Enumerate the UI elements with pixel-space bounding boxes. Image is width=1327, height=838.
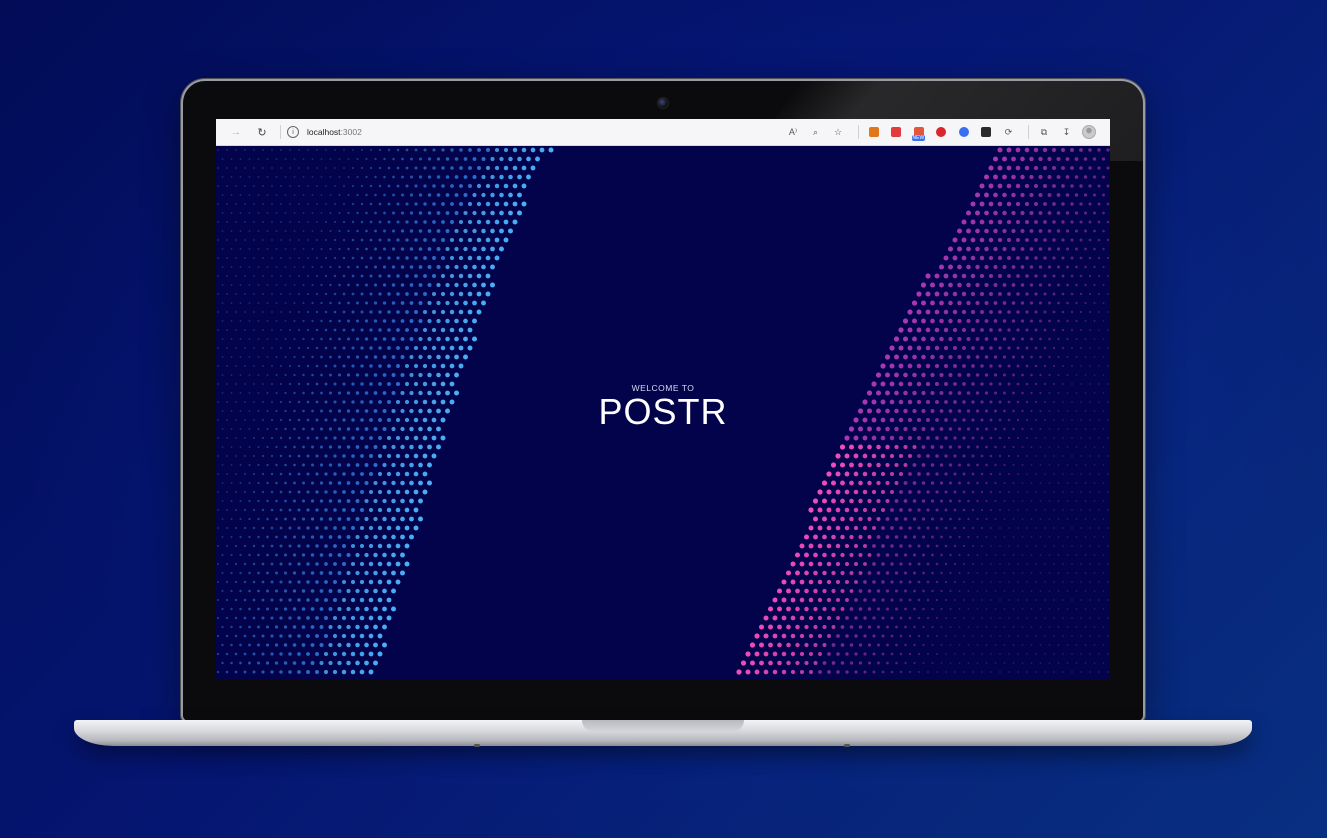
toolbar-divider xyxy=(857,125,859,139)
read-aloud-icon[interactable]: A⁾ xyxy=(784,123,802,141)
dark-shield-icon[interactable] xyxy=(977,123,995,141)
puzzle-extensions-icon[interactable]: ⟳ xyxy=(1000,123,1018,141)
laptop-lid: → ↻ i localhost:3002 A⁾ ⌕ ☆ NEW ⟳ ⧉ ↧ WE… xyxy=(183,81,1143,721)
laptop-base xyxy=(74,720,1252,747)
laptop-foot xyxy=(474,744,480,747)
toolbar-divider xyxy=(280,125,281,139)
address-bar[interactable]: localhost:3002 xyxy=(307,127,362,137)
blue-globe-icon[interactable] xyxy=(955,123,973,141)
reload-icon[interactable]: ↻ xyxy=(252,122,272,142)
hero-section: WELCOME TO POSTR xyxy=(216,146,1110,679)
web-page: WELCOME TO POSTR xyxy=(216,146,1110,679)
browser-toolbar: → ↻ i localhost:3002 A⁾ ⌕ ☆ NEW ⟳ ⧉ ↧ xyxy=(216,119,1110,146)
hero-title: POSTR xyxy=(598,390,728,432)
download-icon[interactable]: ↧ xyxy=(1058,123,1076,141)
url-port: :3002 xyxy=(340,127,362,137)
collections-icon[interactable]: ⧉ xyxy=(1035,123,1053,141)
favorites-star-icon[interactable]: ☆ xyxy=(829,123,847,141)
url-host: localhost xyxy=(307,127,341,137)
webcam-icon xyxy=(657,97,669,109)
toolbar-divider xyxy=(1028,125,1029,139)
screen-bezel xyxy=(183,681,1143,721)
laptop-foot xyxy=(844,744,850,747)
site-info-icon[interactable]: i xyxy=(287,126,299,138)
red-extension-icon[interactable] xyxy=(887,123,905,141)
open-notch xyxy=(582,720,744,732)
laptop-screen: → ↻ i localhost:3002 A⁾ ⌕ ☆ NEW ⟳ ⧉ ↧ WE… xyxy=(216,119,1110,679)
profile-avatar[interactable] xyxy=(1080,123,1098,141)
metamask-fox-icon[interactable] xyxy=(865,123,883,141)
new-extension-icon[interactable]: NEW xyxy=(910,123,928,141)
new-badge: NEW xyxy=(911,135,926,141)
forward-arrow-icon[interactable]: → xyxy=(226,122,246,142)
opera-red-icon[interactable] xyxy=(932,123,950,141)
zoom-icon[interactable]: ⌕ xyxy=(807,123,825,141)
